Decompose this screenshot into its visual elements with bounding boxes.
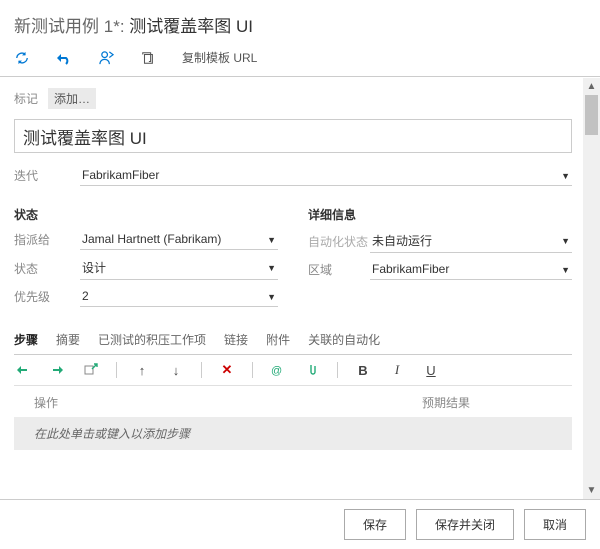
scroll-thumb[interactable] xyxy=(585,95,598,135)
scroll-down-icon[interactable]: ▼ xyxy=(583,482,600,499)
state-label: 状态 xyxy=(14,260,80,277)
svg-text:@: @ xyxy=(271,365,282,377)
col-action: 操作 xyxy=(34,394,422,411)
form-scroll-area: 标记 添加… 迭代 FabrikamFiber ▼ 状态 详细信息 指派给 Ja… xyxy=(0,78,600,499)
assign-icon[interactable] xyxy=(98,50,114,66)
section-state-head: 状态 xyxy=(14,206,278,223)
insert-step-after-icon[interactable] xyxy=(48,361,66,379)
tags-label: 标记 xyxy=(14,90,38,107)
steps-grid-header: 操作 预期结果 xyxy=(14,386,572,417)
scroll-up-icon[interactable]: ▲ xyxy=(583,78,600,95)
iteration-label: 迭代 xyxy=(14,167,80,184)
dirty-asterisk: * xyxy=(113,17,120,36)
area-select[interactable]: FabrikamFiber ▼ xyxy=(370,259,572,280)
assigned-label: 指派给 xyxy=(14,231,80,248)
attach-icon[interactable] xyxy=(303,361,321,379)
tab-attachments[interactable]: 附件 xyxy=(266,331,290,350)
tab-steps[interactable]: 步骤 xyxy=(14,331,38,350)
tab-automation[interactable]: 关联的自动化 xyxy=(308,331,380,350)
priority-select[interactable]: 2 ▼ xyxy=(80,286,278,307)
area-value: FabrikamFiber xyxy=(370,259,572,280)
dialog-header: 新测试用例 1*: 测试覆盖率图 UI xyxy=(0,0,600,45)
copy-icon[interactable] xyxy=(140,50,156,66)
priority-value: 2 xyxy=(80,286,278,307)
insert-step-icon[interactable] xyxy=(14,361,32,379)
cancel-button[interactable]: 取消 xyxy=(524,509,586,540)
automation-value: 未自动运行 xyxy=(370,229,572,253)
automation-select[interactable]: 未自动运行 ▼ xyxy=(370,229,572,253)
separator xyxy=(337,362,338,378)
header-title: 测试覆盖率图 UI xyxy=(129,17,253,36)
parameter-icon[interactable]: @ xyxy=(269,361,287,379)
header-prefix: 新测试用例 1 xyxy=(14,17,113,36)
title-input[interactable] xyxy=(14,119,572,153)
area-label: 区域 xyxy=(308,261,370,278)
section-details-head: 详细信息 xyxy=(308,206,572,223)
iteration-value: FabrikamFiber xyxy=(80,165,572,186)
col-expected: 预期结果 xyxy=(422,394,572,411)
copy-template-url-button[interactable]: 复制模板 URL xyxy=(182,49,257,66)
italic-icon[interactable]: I xyxy=(388,361,406,379)
dialog-footer: 保存 保存并关闭 取消 xyxy=(0,499,600,549)
move-down-icon[interactable]: ↓ xyxy=(167,361,185,379)
delete-step-icon[interactable]: ✕ xyxy=(218,361,236,379)
iteration-select[interactable]: FabrikamFiber ▼ xyxy=(80,165,572,186)
bold-icon[interactable]: B xyxy=(354,361,372,379)
tab-links[interactable]: 链接 xyxy=(224,331,248,350)
priority-label: 优先级 xyxy=(14,288,80,305)
move-up-icon[interactable]: ↑ xyxy=(133,361,151,379)
steps-toolbar: ↑ ↓ ✕ @ B I U xyxy=(14,355,572,386)
iteration-row: 迭代 FabrikamFiber ▼ xyxy=(14,165,572,186)
state-select[interactable]: 设计 ▼ xyxy=(80,256,278,280)
save-button[interactable]: 保存 xyxy=(344,509,406,540)
assigned-select[interactable]: Jamal Hartnett (Fabrikam) ▼ xyxy=(80,229,278,250)
undo-icon[interactable] xyxy=(56,50,72,66)
automation-label: 自动化状态 xyxy=(308,233,370,250)
separator xyxy=(116,362,117,378)
vertical-scrollbar[interactable]: ▲ ▼ xyxy=(583,78,600,499)
refresh-icon[interactable] xyxy=(14,50,30,66)
separator xyxy=(201,362,202,378)
tags-row: 标记 添加… xyxy=(14,88,572,109)
add-tag-button[interactable]: 添加… xyxy=(48,88,96,109)
add-step-placeholder[interactable]: 在此处单击或键入以添加步骤 xyxy=(14,417,572,450)
tab-summary[interactable]: 摘要 xyxy=(56,331,80,350)
insert-shared-icon[interactable] xyxy=(82,361,100,379)
top-toolbar: 复制模板 URL xyxy=(0,45,600,77)
state-value: 设计 xyxy=(80,256,278,280)
header-sep: : xyxy=(120,17,129,36)
tab-tested-backlog[interactable]: 已测试的积压工作项 xyxy=(98,331,206,350)
tabs: 步骤 摘要 已测试的积压工作项 链接 附件 关联的自动化 xyxy=(14,331,572,355)
assigned-value: Jamal Hartnett (Fabrikam) xyxy=(80,229,278,250)
separator xyxy=(252,362,253,378)
underline-icon[interactable]: U xyxy=(422,361,440,379)
save-and-close-button[interactable]: 保存并关闭 xyxy=(416,509,514,540)
